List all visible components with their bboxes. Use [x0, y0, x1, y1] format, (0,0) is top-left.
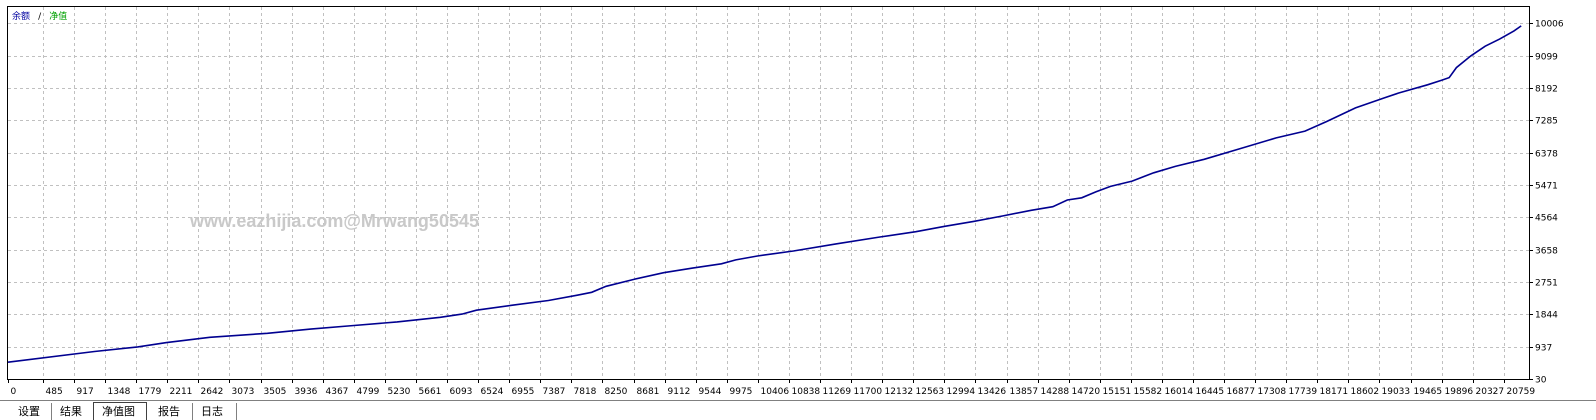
y-tick-label: 2751: [1535, 279, 1558, 289]
x-tick-label: 6524: [481, 387, 504, 397]
y-tick-label: 3658: [1535, 247, 1558, 257]
y-tick-label: 1844: [1535, 311, 1558, 321]
tab-equity-chart[interactable]: 净值图: [93, 402, 147, 420]
x-tick-label: 3505: [264, 387, 287, 397]
legend-equity: 净值: [49, 10, 67, 22]
x-tick-label: 4367: [326, 387, 349, 397]
x-tick-label: 19465: [1414, 387, 1443, 397]
y-tick-label: 7285: [1535, 117, 1558, 127]
legend-balance: 余额: [12, 10, 30, 22]
x-tick-label: 2642: [201, 387, 224, 397]
y-tick-label: 6378: [1535, 150, 1558, 160]
x-tick-label: 485: [46, 387, 63, 397]
x-tick-label: 9544: [699, 387, 722, 397]
x-tick-label: 16877: [1227, 387, 1256, 397]
tab-results[interactable]: 结果: [60, 405, 82, 418]
x-tick-label: 13857: [1010, 387, 1039, 397]
x-tick-label: 12563: [916, 387, 945, 397]
x-tick-label: 6093: [450, 387, 473, 397]
x-tick-label: 5230: [388, 387, 411, 397]
tab-bar: 设置 结果 净值图 报告 日志: [0, 400, 1596, 420]
x-tick-label: 14720: [1072, 387, 1101, 397]
x-tick-label: 6955: [512, 387, 535, 397]
watermark: www.eazhijia.com@Mrwang50545: [189, 211, 479, 231]
plot-area: [7, 6, 1530, 380]
y-tick-label: 937: [1535, 344, 1552, 354]
y-tick-label: 10006: [1535, 20, 1564, 30]
x-tick-label: 17739: [1289, 387, 1318, 397]
x-tick-label: 20759: [1507, 387, 1536, 397]
x-tick-label: 13426: [978, 387, 1007, 397]
x-tick-label: 12994: [947, 387, 976, 397]
x-tick-label: 19896: [1445, 387, 1474, 397]
x-tick-label: 917: [77, 387, 94, 397]
x-tick-label: 1348: [108, 387, 131, 397]
x-tick-label: 11700: [854, 387, 883, 397]
legend-separator: /: [38, 12, 42, 22]
y-axis: 30 937 1844 2751 3658 4564 5471 6378 7285 8192 909…: [1529, 20, 1564, 386]
x-tick-label: 11269: [823, 387, 852, 397]
tab-label: 净值图: [102, 404, 135, 418]
x-tick-label: 20327: [1476, 387, 1505, 397]
x-tick-label: 15151: [1103, 387, 1132, 397]
y-tick-label: 5471: [1535, 182, 1558, 192]
tab-label: 报告: [158, 404, 180, 418]
x-tick-label: 7818: [574, 387, 597, 397]
x-tick-label: 5661: [419, 387, 442, 397]
x-tick-label: 10838: [792, 387, 821, 397]
tab-report[interactable]: 报告: [158, 404, 180, 418]
y-tick-label: 4564: [1535, 214, 1558, 224]
x-tick-label: 3936: [295, 387, 318, 397]
x-tick-label: 15582: [1134, 387, 1163, 397]
x-tick-label: 8681: [637, 387, 660, 397]
tab-label: 日志: [201, 405, 223, 418]
tab-journal[interactable]: 日志: [201, 405, 223, 418]
x-tick-label: 8250: [605, 387, 628, 397]
x-tick-label: 0: [11, 387, 17, 397]
x-tick-label: 9975: [730, 387, 753, 397]
x-tick-label: 14288: [1041, 387, 1070, 397]
x-tick-label: 16014: [1165, 387, 1194, 397]
tab-label: 设置: [18, 405, 40, 418]
x-axis: 0 485 917 1348 1779 2211 2642 3073 3505 3936 4367 4…: [8, 379, 1536, 397]
y-tick-label: 9099: [1535, 53, 1558, 63]
x-tick-label: 2211: [170, 387, 193, 397]
x-tick-label: 19033: [1382, 387, 1411, 397]
tab-settings[interactable]: 设置: [18, 405, 40, 418]
x-tick-label: 10406: [761, 387, 790, 397]
x-tick-label: 16445: [1196, 387, 1225, 397]
tab-label: 结果: [60, 405, 82, 418]
x-tick-label: 1779: [139, 387, 162, 397]
x-tick-label: 4799: [357, 387, 380, 397]
y-tick-label: 8192: [1535, 85, 1558, 95]
x-tick-label: 9112: [668, 387, 691, 397]
x-tick-label: 17308: [1258, 387, 1287, 397]
x-tick-label: 7387: [543, 387, 566, 397]
x-tick-label: 18602: [1351, 387, 1380, 397]
y-tick-label: 30: [1535, 376, 1547, 386]
equity-chart: 0 485 917 1348 1779 2211 2642 3073 3505 3936 4367 4…: [0, 6, 1596, 420]
x-tick-label: 12132: [885, 387, 914, 397]
x-tick-label: 3073: [232, 387, 255, 397]
x-tick-label: 18171: [1320, 387, 1349, 397]
